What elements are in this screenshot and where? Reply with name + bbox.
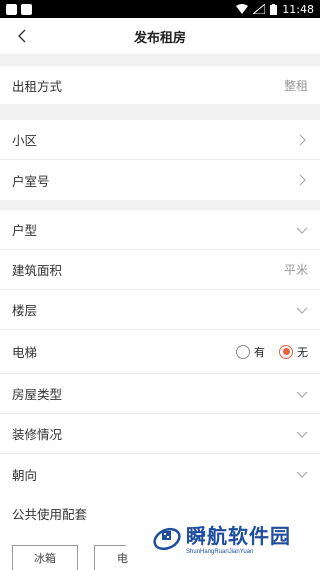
elevator-option-yes[interactable]: 有 <box>236 344 265 360</box>
chevron-right-icon <box>299 174 306 186</box>
area-label: 建筑面积 <box>12 264 63 278</box>
radio-selected-icon <box>279 344 293 359</box>
notification-icon <box>21 3 32 15</box>
house-type-label: 房屋类型 <box>12 388 63 402</box>
area-row[interactable]: 建筑面积 平米 <box>0 250 320 290</box>
chevron-down-icon <box>296 307 308 314</box>
battery-icon <box>270 3 278 15</box>
layout-label: 户型 <box>12 224 38 238</box>
floor-row[interactable]: 楼层 <box>0 290 320 330</box>
rental-mode-value: 整租 <box>283 78 308 93</box>
rental-mode-row[interactable]: 出租方式 整租 <box>0 66 320 104</box>
elevator-row: 电梯 有 无 <box>0 330 320 374</box>
chevron-right-icon <box>299 134 306 145</box>
nav-bar: 发布租房 <box>0 18 320 54</box>
back-button[interactable] <box>12 26 32 46</box>
chevron-left-icon <box>18 29 26 43</box>
status-time: 11:48 <box>282 2 314 16</box>
amenity-chip-electric[interactable]: 电 <box>94 545 128 570</box>
chevron-down-icon <box>296 471 308 478</box>
chevron-down-icon <box>296 227 308 234</box>
elevator-option-yes-label: 有 <box>254 346 265 359</box>
community-row[interactable]: 小区 <box>0 120 320 160</box>
watermark-subtitle: ShunHangRuanJianYuan <box>186 549 254 555</box>
watermark-logo-icon <box>153 527 181 550</box>
community-label: 小区 <box>12 134 38 148</box>
status-bar: 11:48 <box>0 0 320 18</box>
chevron-down-icon <box>296 391 308 398</box>
chevron-down-icon <box>296 431 308 438</box>
watermark: 瞬航软件园 ShunHangRuanJianYuan <box>152 520 291 555</box>
orientation-row[interactable]: 朝向 <box>0 454 320 494</box>
area-input[interactable]: 平米 <box>284 261 308 278</box>
unit-number-label: 户室号 <box>12 174 50 189</box>
elevator-option-no[interactable]: 无 <box>279 344 308 360</box>
page-title: 发布租房 <box>133 29 186 45</box>
radio-icon <box>236 344 250 359</box>
elevator-label: 电梯 <box>12 346 38 360</box>
notification-icon <box>6 3 17 15</box>
decoration-label: 装修情况 <box>12 428 63 442</box>
wifi-icon <box>236 4 249 14</box>
house-type-row[interactable]: 房屋类型 <box>0 374 320 414</box>
rental-mode-label: 出租方式 <box>12 79 63 94</box>
decoration-row[interactable]: 装修情况 <box>0 414 320 454</box>
layout-row[interactable]: 户型 <box>0 210 320 250</box>
floor-label: 楼层 <box>12 304 38 318</box>
amenity-chip-fridge[interactable]: 冰箱 <box>12 545 78 570</box>
elevator-option-no-label: 无 <box>297 346 308 359</box>
orientation-label: 朝向 <box>12 468 38 483</box>
unit-number-row[interactable]: 户室号 <box>0 160 320 200</box>
watermark-title: 瞬航软件园 <box>186 526 291 548</box>
signal-icon <box>253 4 266 14</box>
